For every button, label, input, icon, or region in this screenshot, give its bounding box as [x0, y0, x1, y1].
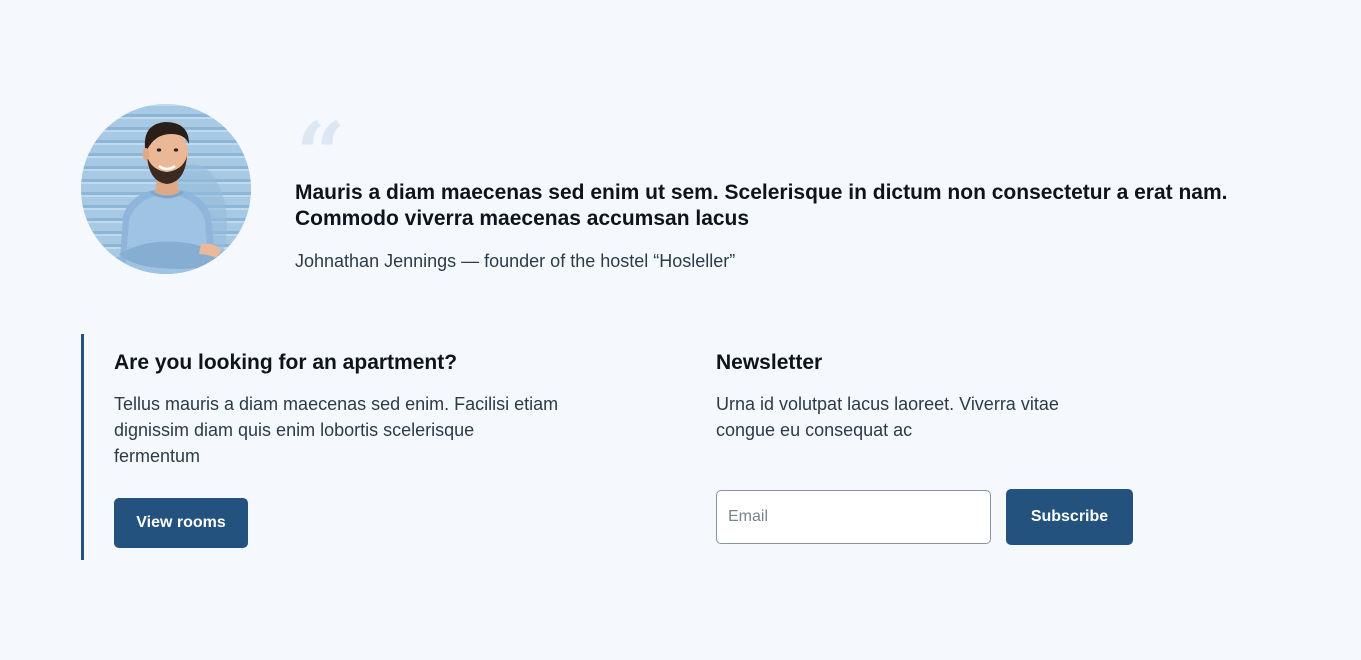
page: “ Mauris a diam maecenas sed enim ut sem… [0, 0, 1361, 660]
newsletter-description: Urna id volutpat lacus laoreet. Viverra … [716, 394, 1059, 440]
email-input[interactable] [716, 490, 991, 544]
apartment-description: Tellus mauris a diam maecenas sed enim. … [114, 394, 559, 466]
view-rooms-button[interactable]: View rooms [114, 498, 248, 548]
person-photo-icon [81, 104, 251, 274]
subscribe-button[interactable]: Subscribe [1006, 489, 1133, 545]
apartment-accent-border [81, 334, 84, 560]
avatar [81, 104, 251, 274]
apartment-title: Are you looking for an apartment? [114, 351, 458, 374]
testimonial-author: Johnathan Jennings — founder of the host… [295, 251, 736, 271]
newsletter-title: Newsletter [716, 351, 823, 374]
testimonial-quote: Mauris a diam maecenas sed enim ut sem. … [295, 181, 1228, 230]
quote-mark-icon: “ [296, 112, 345, 162]
